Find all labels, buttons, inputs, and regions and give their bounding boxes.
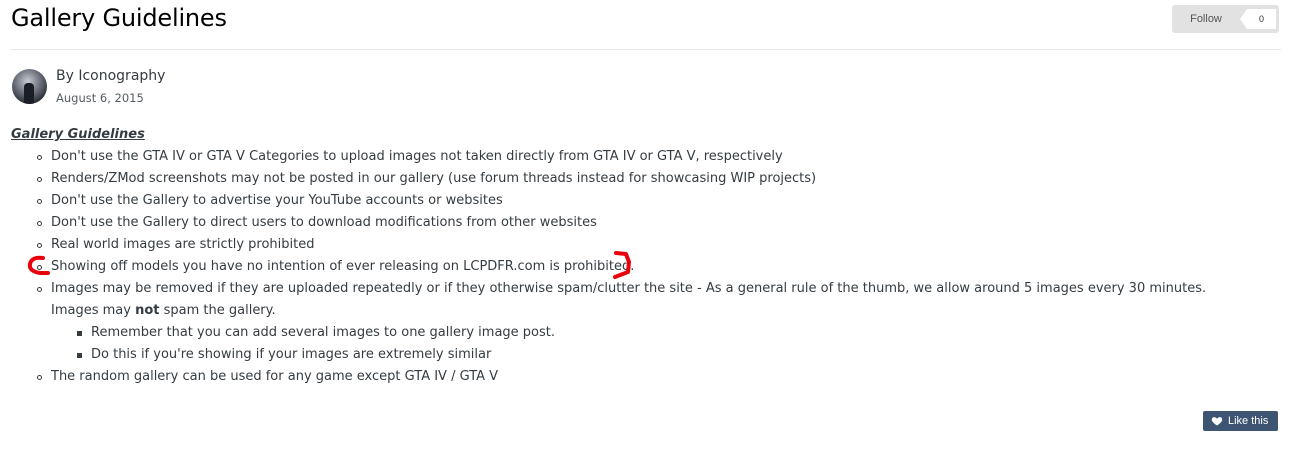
heart-icon <box>1211 417 1223 426</box>
sub-list-item: Remember that you can add several images… <box>77 322 1241 344</box>
item-text: spam the gallery. <box>159 303 276 318</box>
sub-list: Remember that you can add several images… <box>51 322 1241 366</box>
list-item: The random gallery can be used for any g… <box>37 366 1241 388</box>
list-item: Images may be removed if they are upload… <box>37 278 1241 366</box>
follow-button[interactable]: Follow 0 <box>1172 5 1279 33</box>
avatar[interactable] <box>12 69 47 104</box>
post-content: Gallery Guidelines Don't use the GTA IV … <box>11 124 1241 388</box>
like-label: Like this <box>1228 415 1269 427</box>
divider <box>11 49 1281 50</box>
item-bold: not <box>135 303 160 318</box>
guidelines-list: Don't use the GTA IV or GTA V Categories… <box>11 146 1241 388</box>
list-item: Don't use the Gallery to advertise your … <box>37 190 1241 212</box>
list-item: Real world images are strictly prohibite… <box>37 234 1241 256</box>
page-title: Gallery Guidelines <box>11 4 227 32</box>
post-date: August 6, 2015 <box>56 91 144 105</box>
list-item: Renders/ZMod screenshots may not be post… <box>37 168 1241 190</box>
author-name[interactable]: By Iconography <box>56 68 165 84</box>
follow-label: Follow <box>1190 13 1222 25</box>
list-item: Showing off models you have no intention… <box>37 256 1241 278</box>
like-button[interactable]: Like this <box>1203 411 1278 431</box>
sub-list-item: Do this if you're showing if your images… <box>77 344 1241 366</box>
list-item: Don't use the GTA IV or GTA V Categories… <box>37 146 1241 168</box>
follow-count: 0 <box>1240 9 1276 29</box>
list-item: Don't use the Gallery to direct users to… <box>37 212 1241 234</box>
content-heading: Gallery Guidelines <box>11 127 145 142</box>
